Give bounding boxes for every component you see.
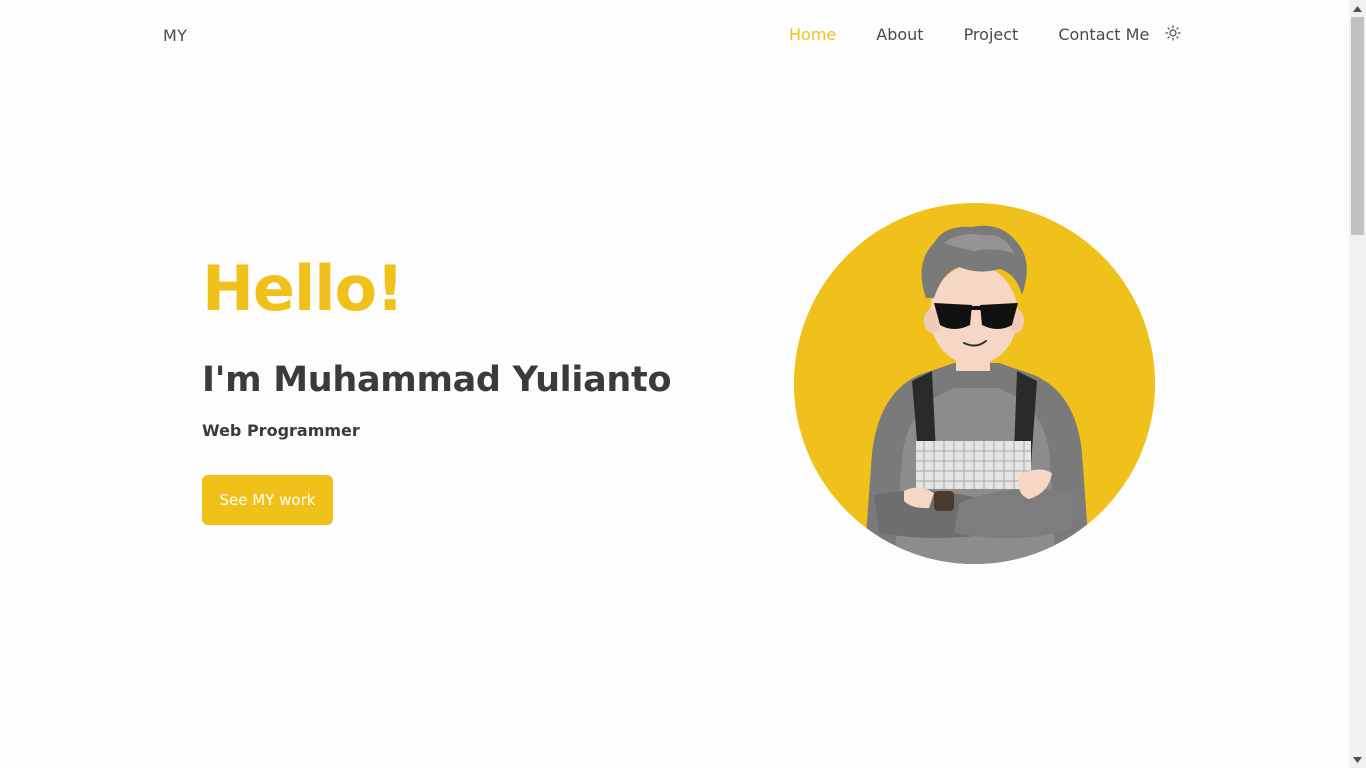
vertical-scrollbar[interactable] bbox=[1349, 0, 1366, 768]
page: MY Home About Project Contact Me Hello! … bbox=[0, 0, 1366, 768]
avatar-illustration bbox=[794, 203, 1155, 564]
hero-role: Web Programmer bbox=[202, 421, 360, 440]
nav-link-home[interactable]: Home bbox=[789, 25, 836, 44]
nav-links: Home About Project Contact Me bbox=[789, 25, 1181, 44]
sun-icon[interactable] bbox=[1165, 25, 1181, 41]
scroll-down-icon[interactable] bbox=[1349, 751, 1366, 768]
scroll-thumb[interactable] bbox=[1351, 17, 1364, 235]
navbar: MY Home About Project Contact Me bbox=[0, 0, 1349, 70]
nav-link-contact[interactable]: Contact Me bbox=[1058, 25, 1149, 44]
hero-greeting: Hello! bbox=[202, 252, 404, 325]
hero-name: I'm Muhammad Yulianto bbox=[202, 360, 672, 400]
nav-link-about[interactable]: About bbox=[876, 25, 923, 44]
nav-link-project[interactable]: Project bbox=[964, 25, 1019, 44]
scroll-up-icon[interactable] bbox=[1349, 0, 1366, 17]
brand-logo[interactable]: MY bbox=[163, 26, 187, 45]
see-my-work-button[interactable]: See MY work bbox=[202, 475, 333, 525]
